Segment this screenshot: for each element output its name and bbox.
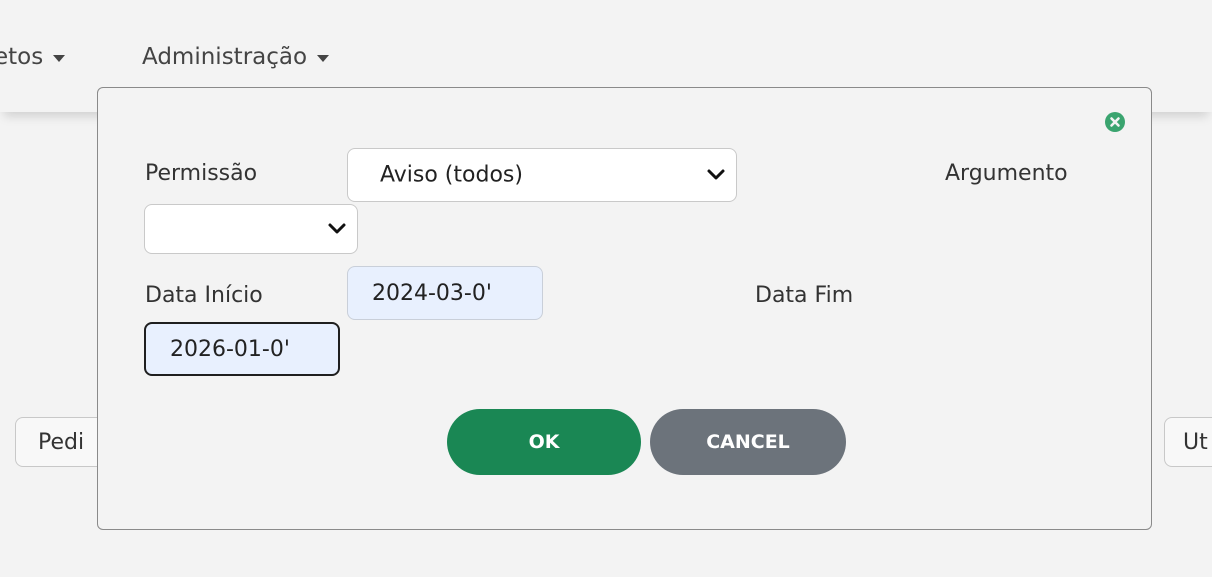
nav-item-administracao[interactable]: Administração: [142, 44, 330, 70]
background-button-label: Pedi: [38, 429, 85, 455]
argument-label: Argumento: [945, 161, 1068, 186]
background-button-right[interactable]: Ut: [1164, 417, 1212, 467]
nav-item-label: Administração: [142, 44, 308, 70]
permission-select[interactable]: Aviso (todos): [347, 148, 737, 202]
argument-select[interactable]: [144, 204, 358, 254]
nav-item-projetos[interactable]: etos: [0, 44, 66, 70]
permission-select-value: Aviso (todos): [380, 162, 523, 188]
end-date-input[interactable]: 2026-01-0': [144, 322, 340, 376]
end-date-value: 2026-01-0': [170, 336, 290, 362]
chevron-down-icon: [328, 223, 346, 234]
start-date-label: Data Início: [145, 283, 263, 308]
permission-dialog: Permissão Aviso (todos) Argumento Data I…: [97, 87, 1152, 530]
background-button-label: Ut: [1183, 429, 1208, 455]
end-date-label: Data Fim: [755, 283, 854, 308]
chevron-down-icon: [707, 169, 725, 180]
nav-item-label: etos: [0, 44, 44, 70]
cancel-button[interactable]: CANCEL: [650, 409, 846, 475]
start-date-input[interactable]: 2024-03-0': [347, 266, 543, 320]
permission-label: Permissão: [145, 161, 258, 186]
close-icon[interactable]: [1105, 112, 1125, 132]
start-date-value: 2024-03-0': [372, 280, 492, 306]
caret-down-icon: [53, 54, 66, 62]
ok-button[interactable]: OK: [447, 409, 641, 475]
caret-down-icon: [317, 54, 330, 62]
